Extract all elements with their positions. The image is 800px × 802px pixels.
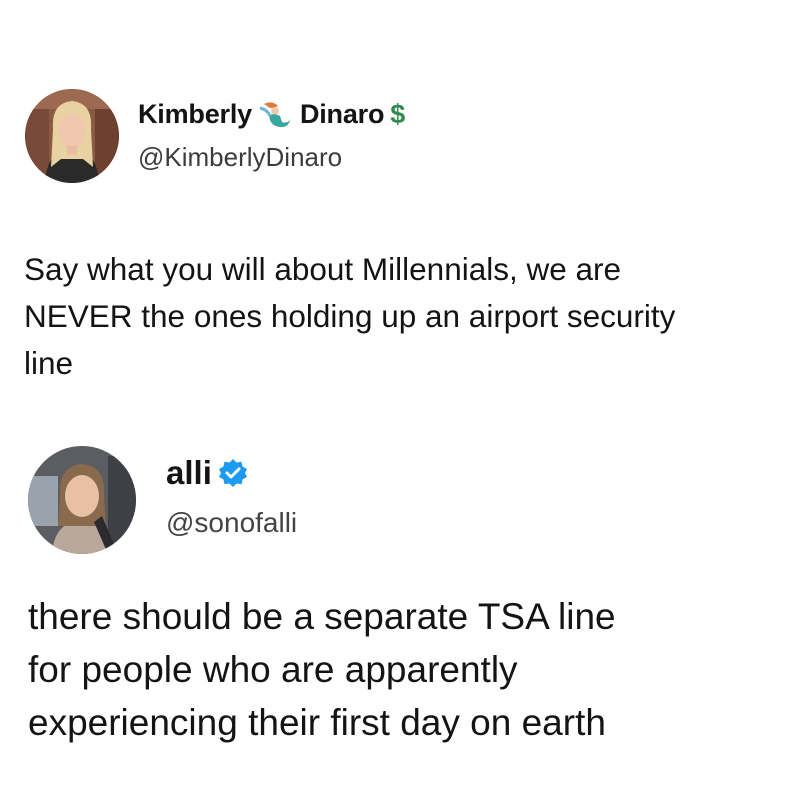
display-name-text: alli: [166, 454, 212, 491]
display-name-last: Dinaro: [299, 99, 385, 129]
verified-badge-icon: [218, 458, 248, 488]
handle[interactable]: @KimberlyDinaro: [138, 142, 342, 173]
tweet-text: there should be a separate TSA line for …: [28, 596, 616, 743]
dollar-symbol: $: [390, 99, 406, 129]
handle[interactable]: @sonofalli: [166, 507, 297, 539]
display-name-first: Kimberly: [138, 99, 252, 129]
display-name[interactable]: Kimberly Dinaro $: [138, 99, 405, 130]
tweet-text: Say what you will about Millennials, we …: [24, 251, 676, 381]
mermaid-icon: [258, 100, 292, 130]
avatar-alli[interactable]: [28, 446, 136, 554]
tweet-alli: alli @sonofalli there should be a separa…: [0, 420, 800, 802]
avatar-kimberly[interactable]: [25, 89, 119, 183]
display-name[interactable]: alli: [166, 454, 248, 492]
tweet-kimberly: Kimberly Dinaro $ @KimberlyDinaro Say wh…: [0, 0, 800, 420]
